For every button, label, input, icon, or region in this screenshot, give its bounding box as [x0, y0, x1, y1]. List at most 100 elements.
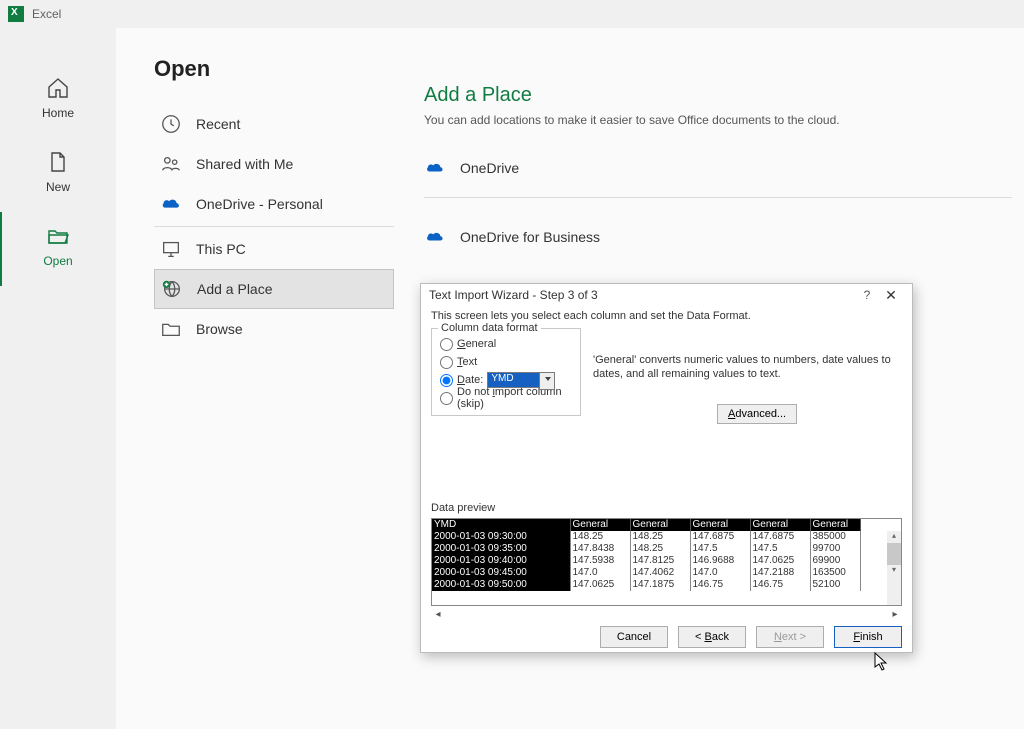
cancel-button[interactable]: Cancel: [600, 626, 668, 648]
preview-cell: 385000: [810, 531, 860, 543]
open-locations-list: Recent Shared with Me OneDrive - Persona…: [154, 104, 394, 349]
nav-new-label: New: [46, 180, 70, 194]
preview-cell: 148.25: [630, 543, 690, 555]
preview-cell: 147.5: [750, 543, 810, 555]
preview-row[interactable]: 2000-01-03 09:35:00147.8438148.25147.514…: [432, 543, 860, 555]
onedrive-cloud-icon: [424, 230, 446, 244]
open-onedrive-personal[interactable]: OneDrive - Personal: [154, 184, 394, 224]
column-data-format-group: Column data format General Text Date: YM…: [431, 328, 581, 416]
scroll-thumb[interactable]: [887, 543, 901, 565]
nav-home[interactable]: Home: [0, 64, 116, 138]
preview-cell: 147.2188: [750, 567, 810, 579]
text-import-wizard-dialog: Text Import Wizard - Step 3 of 3 ? ✕ Thi…: [420, 283, 913, 653]
radio-text[interactable]: Text: [440, 353, 572, 371]
people-icon: [160, 153, 182, 175]
open-browse[interactable]: Browse: [154, 309, 394, 349]
preview-cell: 147.5938: [570, 555, 630, 567]
nav-open[interactable]: Open: [0, 212, 115, 286]
nav-new[interactable]: New: [0, 138, 116, 212]
onedrive-cloud-icon: [160, 193, 182, 215]
preview-cell: 147.0: [690, 567, 750, 579]
preview-cell: 2000-01-03 09:40:00: [432, 555, 570, 567]
open-add-place[interactable]: Add a Place: [154, 269, 394, 309]
back-button[interactable]: < Back: [678, 626, 746, 648]
nav-home-label: Home: [42, 106, 74, 120]
open-onedrive-personal-label: OneDrive - Personal: [196, 196, 323, 212]
radio-text-input[interactable]: [440, 356, 453, 369]
dialog-help-button[interactable]: ?: [856, 288, 878, 302]
preview-header[interactable]: General: [750, 519, 810, 531]
next-button: Next >: [756, 626, 824, 648]
preview-row[interactable]: 2000-01-03 09:45:00147.0147.4062147.0147…: [432, 567, 860, 579]
preview-row[interactable]: 2000-01-03 09:30:00148.25148.25147.68751…: [432, 531, 860, 543]
nav-open-label: Open: [43, 254, 72, 268]
radio-skip-input[interactable]: [440, 392, 453, 405]
dialog-titlebar[interactable]: Text Import Wizard - Step 3 of 3 ? ✕: [421, 284, 912, 306]
open-shared[interactable]: Shared with Me: [154, 144, 394, 184]
preview-cell: 147.6875: [690, 531, 750, 543]
format-explanation: 'General' converts numeric values to num…: [593, 354, 900, 382]
open-shared-label: Shared with Me: [196, 156, 293, 172]
preview-cell: 148.25: [570, 531, 630, 543]
dialog-body: This screen lets you select each column …: [421, 306, 912, 621]
place-onedrive[interactable]: OneDrive: [424, 149, 1012, 187]
home-icon: [46, 76, 70, 100]
place-onedrive-label: OneDrive: [460, 160, 519, 176]
advanced-button[interactable]: Advanced...: [717, 404, 797, 424]
preview-table: YMD General General General General Gene…: [432, 519, 861, 591]
preview-vertical-scrollbar[interactable]: ▴ ▾: [887, 531, 901, 605]
date-format-dropdown[interactable]: YMD: [487, 372, 541, 388]
preview-cell: 147.0625: [570, 579, 630, 591]
preview-cell: 2000-01-03 09:30:00: [432, 531, 570, 543]
add-place-panel: Add a Place You can add locations to mak…: [424, 84, 1012, 266]
place-onedrive-business-label: OneDrive for Business: [460, 229, 600, 245]
preview-header[interactable]: General: [570, 519, 630, 531]
open-this-pc-label: This PC: [196, 241, 246, 257]
preview-cell: 147.8438: [570, 543, 630, 555]
radio-skip[interactable]: Do not import column (skip): [440, 389, 572, 407]
radio-date-input[interactable]: [440, 374, 453, 387]
preview-row[interactable]: 2000-01-03 09:40:00147.5938147.8125146.9…: [432, 555, 860, 567]
preview-cell: 147.1875: [630, 579, 690, 591]
data-preview[interactable]: YMD General General General General Gene…: [431, 518, 902, 606]
preview-cell: 2000-01-03 09:35:00: [432, 543, 570, 555]
preview-cell: 147.4062: [630, 567, 690, 579]
date-format-value: YMD: [491, 373, 513, 384]
radio-general-input[interactable]: [440, 338, 453, 351]
preview-cell: 146.75: [690, 579, 750, 591]
preview-cell: 2000-01-03 09:50:00: [432, 579, 570, 591]
open-recent-label: Recent: [196, 116, 240, 132]
clock-icon: [160, 113, 182, 135]
preview-row[interactable]: 2000-01-03 09:50:00147.0625147.1875146.7…: [432, 579, 860, 591]
preview-cell: 69900: [810, 555, 860, 567]
finish-button[interactable]: Finish: [834, 626, 902, 648]
preview-cell: 147.0625: [750, 555, 810, 567]
group-title: Column data format: [438, 322, 541, 334]
radio-general-rest: eneral: [466, 338, 497, 350]
chevron-down-icon: [545, 377, 551, 381]
radio-general[interactable]: General: [440, 335, 572, 353]
preview-cell: 147.8125: [630, 555, 690, 567]
globe-plus-icon: [161, 278, 183, 300]
page-title: Open: [154, 56, 1024, 82]
preview-header[interactable]: YMD: [432, 519, 570, 531]
preview-horizontal-scrollbar[interactable]: ◂ ▸: [431, 607, 902, 621]
scroll-down-icon[interactable]: ▾: [887, 565, 901, 577]
preview-header[interactable]: General: [630, 519, 690, 531]
open-recent[interactable]: Recent: [154, 104, 394, 144]
preview-header[interactable]: General: [690, 519, 750, 531]
preview-cell: 148.25: [630, 531, 690, 543]
pc-icon: [160, 238, 182, 260]
scroll-left-icon[interactable]: ◂: [431, 609, 445, 620]
scroll-up-icon[interactable]: ▴: [887, 531, 901, 543]
open-browse-label: Browse: [196, 321, 243, 337]
open-add-place-label: Add a Place: [197, 281, 273, 297]
open-this-pc[interactable]: This PC: [154, 229, 394, 269]
place-onedrive-business[interactable]: OneDrive for Business: [424, 218, 1012, 256]
scroll-right-icon[interactable]: ▸: [888, 609, 902, 620]
preview-header[interactable]: General: [810, 519, 860, 531]
open-folder-icon: [46, 224, 70, 248]
preview-cell: 147.5: [690, 543, 750, 555]
dialog-close-button[interactable]: ✕: [878, 287, 904, 304]
onedrive-cloud-icon: [424, 161, 446, 175]
